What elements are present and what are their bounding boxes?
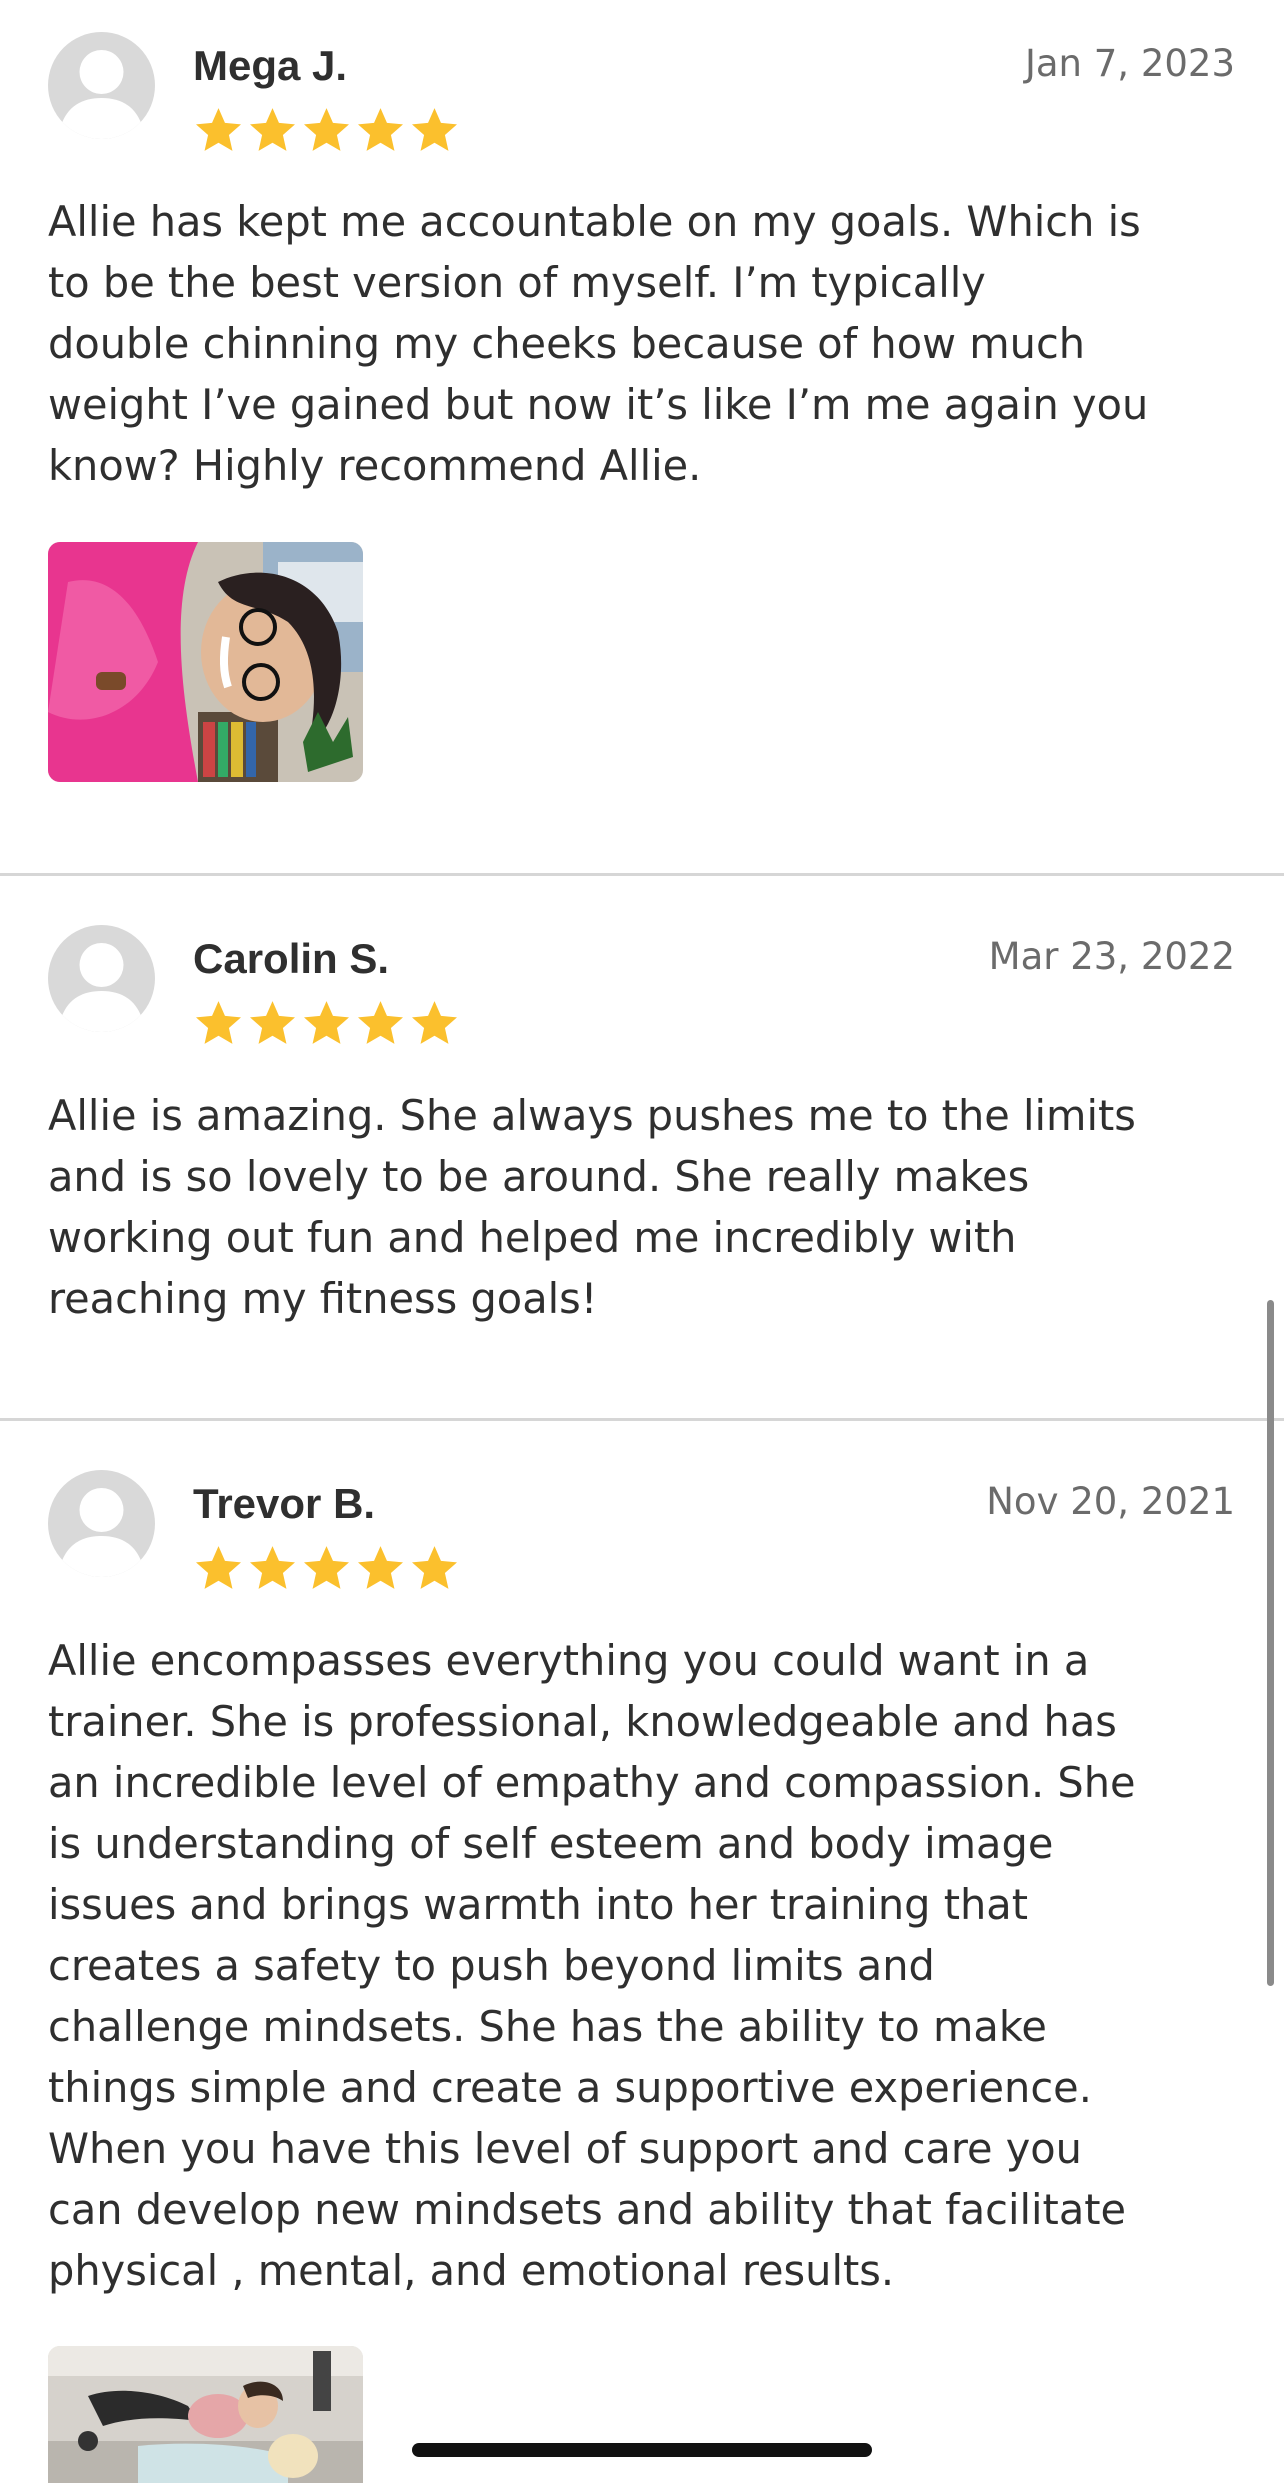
review-date: Nov 20, 2021 [986,1480,1235,1523]
review-divider [0,1418,1284,1421]
star-rating [193,998,460,1048]
review-divider [0,873,1284,876]
review-photo-image [48,542,363,782]
reviewer-name[interactable]: Carolin S. [193,938,389,980]
review-photo[interactable] [48,2346,363,2483]
review-text: Allie is amazing. She always pushes me t… [48,1091,1136,1323]
star-icon [250,1546,295,1589]
star-icon [412,1546,457,1589]
review-date: Jan 7, 2023 [1024,42,1235,85]
scrollbar[interactable] [1267,1300,1274,1986]
star-icon [358,108,403,151]
review-date: Mar 23, 2022 [988,935,1235,978]
star-icon [250,108,295,151]
star-icon [412,1001,457,1044]
reviewer-name[interactable]: Trevor B. [193,1483,375,1525]
star-icon [358,1001,403,1044]
star-icon [412,108,457,151]
star-icon [196,1001,241,1044]
review-photo-image [48,2346,363,2483]
star-icon [358,1546,403,1589]
home-indicator[interactable] [412,2443,872,2457]
user-placeholder-icon [58,1488,145,1577]
review-text: Allie has kept me accountable on my goal… [48,197,1149,490]
avatar[interactable] [48,1470,155,1577]
reviewer-name[interactable]: Mega J. [193,45,347,87]
star-icon [250,1001,295,1044]
star-icon [304,108,349,151]
star-icon [304,1546,349,1589]
star-icon [196,1546,241,1589]
avatar[interactable] [48,925,155,1032]
star-rating [193,1543,460,1593]
review-photo[interactable] [48,542,363,782]
review-text: Allie encompasses everything you could w… [48,1636,1136,2295]
avatar[interactable] [48,32,155,139]
user-placeholder-icon [58,50,145,139]
star-icon [196,108,241,151]
star-rating [193,105,460,155]
user-placeholder-icon [58,943,145,1032]
star-icon [304,1001,349,1044]
